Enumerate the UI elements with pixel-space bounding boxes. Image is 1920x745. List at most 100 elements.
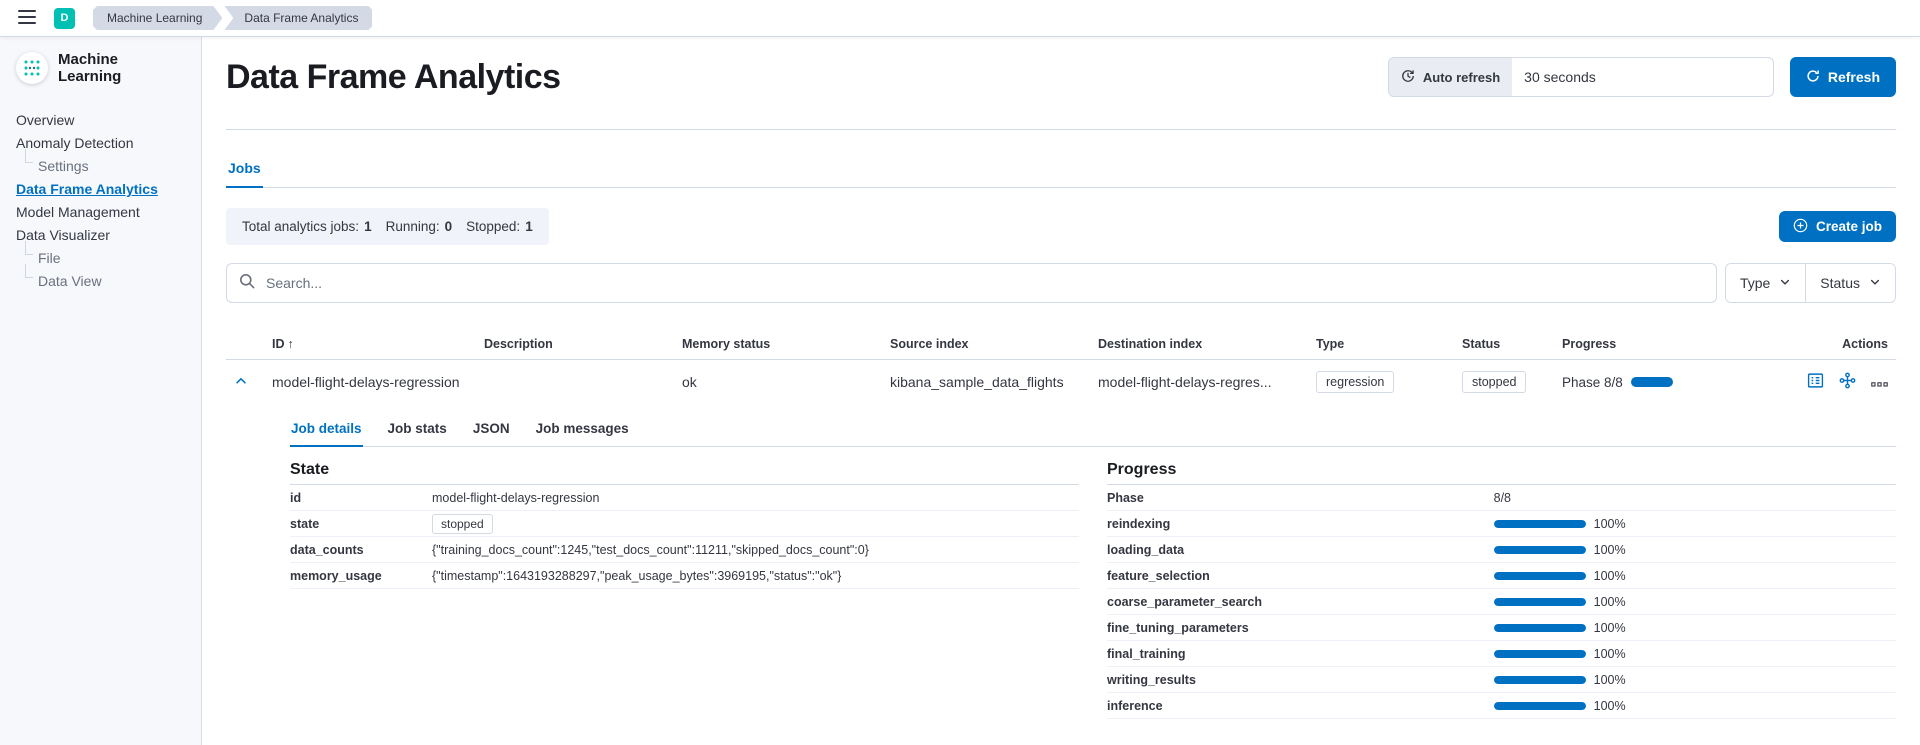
breadcrumb: Machine Learning Data Frame Analytics: [93, 6, 372, 30]
column-header-id[interactable]: ID↑: [264, 329, 476, 360]
auto-refresh-control: Auto refresh 30 seconds: [1388, 57, 1774, 97]
auto-refresh-toggle[interactable]: Auto refresh: [1389, 58, 1512, 96]
header-divider: [226, 129, 1896, 130]
column-header-progress: Progress: [1554, 329, 1706, 360]
sidebar-item-data-frame-analytics[interactable]: Data Frame Analytics: [16, 178, 185, 201]
space-avatar[interactable]: D: [54, 8, 75, 29]
running-jobs-label: Running:: [386, 219, 440, 234]
breadcrumb-data-frame-analytics[interactable]: Data Frame Analytics: [224, 6, 372, 30]
chevron-down-icon: [1869, 275, 1881, 291]
breadcrumb-machine-learning[interactable]: Machine Learning: [93, 6, 222, 30]
search-input[interactable]: [264, 274, 1704, 292]
progress-row: reindexing 100%: [1107, 511, 1896, 537]
state-section-title: State: [290, 461, 1079, 485]
progress-row: inference 100%: [1107, 693, 1896, 719]
progress-row-phase: Phase 8/8: [1107, 485, 1896, 511]
chevron-down-icon: [1779, 275, 1791, 291]
state-section: State id model-flight-delays-regression …: [290, 461, 1079, 719]
chevron-up-icon: [234, 374, 248, 391]
main-content: Data Frame Analytics Auto refresh: [202, 37, 1920, 745]
progress-section-title: Progress: [1107, 461, 1896, 485]
sidebar-item-data-view[interactable]: Data View: [25, 270, 185, 293]
phase-value: 8/8: [1494, 491, 1511, 505]
main-tabs: Jobs: [226, 152, 1896, 188]
progress-phase-list: reindexing 100% loading_data: [1107, 511, 1896, 719]
refresh-icon: [1806, 69, 1820, 86]
filter-group: Type Status: [1725, 263, 1896, 303]
expanded-row-details: Job details Job stats JSON Job messages …: [290, 411, 1896, 719]
progress-row: feature_selection 100%: [1107, 563, 1896, 589]
row-actions-menu-button[interactable]: [1871, 375, 1888, 390]
running-jobs-value: 0: [445, 219, 453, 234]
tab-json[interactable]: JSON: [472, 411, 511, 446]
column-header-actions: Actions: [1706, 329, 1896, 360]
tab-jobs[interactable]: Jobs: [226, 152, 263, 188]
table-row: model-flight-delays-regression ok kibana…: [226, 360, 1896, 406]
state-row-id: id model-flight-delays-regression: [290, 485, 1079, 511]
progress-row: loading_data 100%: [1107, 537, 1896, 563]
hamburger-icon: [18, 10, 36, 27]
tab-job-details[interactable]: Job details: [290, 411, 363, 447]
sidebar-item-model-management[interactable]: Model Management: [16, 201, 185, 224]
progress-phase-label: Phase 8/8: [1562, 375, 1623, 390]
type-filter-button[interactable]: Type: [1726, 264, 1805, 302]
sidebar-item-data-visualizer[interactable]: Data Visualizer: [16, 224, 185, 247]
sidebar-nav: Overview Anomaly Detection Settings Data…: [16, 109, 185, 293]
details-tabs: Job details Job stats JSON Job messages: [290, 411, 1896, 447]
phase-progress-bar: [1494, 546, 1586, 554]
column-header-source-index: Source index: [882, 329, 1090, 360]
search-box: [226, 263, 1717, 303]
status-badge: stopped: [1462, 371, 1526, 393]
column-header-description: Description: [476, 329, 674, 360]
stopped-jobs-label: Stopped:: [466, 219, 520, 234]
machine-learning-app-icon: [16, 52, 48, 84]
create-job-button[interactable]: Create job: [1779, 211, 1896, 242]
tab-job-messages[interactable]: Job messages: [535, 411, 630, 446]
plus-in-circle-icon: [1793, 218, 1808, 236]
search-icon: [239, 273, 255, 294]
progress-bar: [1631, 377, 1673, 387]
sort-ascending-icon: ↑: [288, 337, 294, 351]
column-header-status: Status: [1454, 329, 1554, 360]
stopped-jobs-value: 1: [525, 219, 533, 234]
progress-row: writing_results 100%: [1107, 667, 1896, 693]
phase-progress-bar: [1494, 572, 1586, 580]
menu-toggle-button[interactable]: [12, 3, 42, 33]
auto-refresh-interval-input[interactable]: 30 seconds: [1512, 58, 1773, 96]
phase-progress-bar: [1494, 598, 1586, 606]
status-filter-button[interactable]: Status: [1805, 264, 1895, 302]
phase-progress-bar: [1494, 624, 1586, 632]
tab-job-stats[interactable]: Job stats: [387, 411, 448, 446]
total-jobs-label: Total analytics jobs:: [242, 219, 359, 234]
phase-progress-bar: [1494, 650, 1586, 658]
state-row-state: state stopped: [290, 511, 1079, 537]
sidebar-item-overview[interactable]: Overview: [16, 109, 185, 132]
progress-row: fine_tuning_parameters 100%: [1107, 615, 1896, 641]
job-stats-bar: Total analytics jobs: 1 Running: 0 Stopp…: [226, 208, 549, 245]
phase-progress-bar: [1494, 676, 1586, 684]
boxes-horizontal-icon: [1871, 375, 1888, 390]
collapse-row-button[interactable]: [234, 374, 248, 391]
column-header-memory-status: Memory status: [674, 329, 882, 360]
expand-column-header: [226, 329, 264, 360]
total-jobs-value: 1: [364, 219, 372, 234]
refresh-button[interactable]: Refresh: [1790, 57, 1896, 97]
analytics-map-button[interactable]: [1839, 372, 1856, 392]
sidebar-item-file[interactable]: File: [25, 247, 185, 270]
map-nodes-icon: [1839, 372, 1856, 392]
progress-row: coarse_parameter_search 100%: [1107, 589, 1896, 615]
cell-memory-status: ok: [674, 360, 882, 406]
cell-id[interactable]: model-flight-delays-regression: [264, 360, 476, 406]
sidebar-item-settings[interactable]: Settings: [25, 155, 185, 178]
phase-progress-bar: [1494, 702, 1586, 710]
top-header-bar: D Machine Learning Data Frame Analytics: [0, 0, 1920, 37]
type-badge: regression: [1316, 371, 1394, 393]
view-job-details-button[interactable]: [1807, 372, 1824, 392]
sidebar-item-anomaly-detection[interactable]: Anomaly Detection: [16, 132, 185, 155]
cell-destination-index: model-flight-delays-regres...: [1090, 360, 1308, 406]
state-row-memory-usage: memory_usage {"timestamp":1643193288297,…: [290, 563, 1079, 589]
page-title: Data Frame Analytics: [226, 57, 561, 97]
state-row-data-counts: data_counts {"training_docs_count":1245,…: [290, 537, 1079, 563]
sidebar: Machine Learning Overview Anomaly Detect…: [0, 37, 202, 745]
clock-refresh-icon: [1401, 69, 1415, 86]
